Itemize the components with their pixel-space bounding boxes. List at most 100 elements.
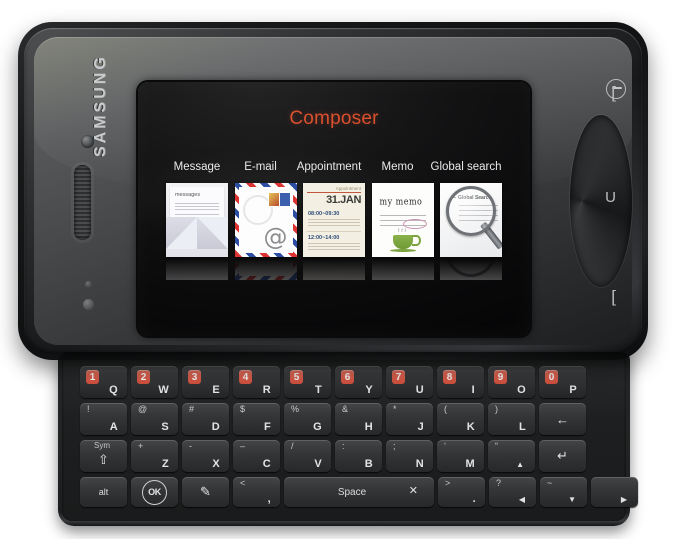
key-shift-sym[interactable]: Sym ⇧ (80, 440, 127, 472)
key-label: K (466, 421, 475, 433)
key-alt-label: % (291, 404, 300, 414)
key-y[interactable]: 6Y (335, 366, 382, 398)
key-alt[interactable]: alt (80, 477, 127, 507)
key-f[interactable]: $ F (233, 403, 280, 435)
key-label: S (161, 421, 169, 433)
enter-icon: ↵ (557, 448, 568, 463)
ok-icon: OK (142, 479, 167, 505)
screenshot-root: 1Q 2W 3E 4R 5T 6Y 7U 8I 9O 0P ! A @ S # D $… (0, 0, 680, 539)
composer-item-global-search[interactable]: Global Search (440, 183, 502, 280)
key-o[interactable]: 9O (488, 366, 535, 398)
thumbnail-reflection (303, 258, 365, 280)
key-t[interactable]: 5T (284, 366, 331, 398)
key-alt-label: @ (138, 404, 148, 414)
key-l[interactable]: ) L (488, 403, 535, 435)
volume-ring-icon (606, 79, 626, 99)
keyboard-keys: 1Q 2W 3E 4R 5T 6Y 7U 8I 9O 0P ! A @ S # D $… (58, 348, 638, 526)
key-alt-label: $ (240, 404, 246, 414)
key-s[interactable]: @ S (131, 403, 178, 435)
key-period[interactable]: >. (438, 477, 485, 507)
side-dial-ring (570, 115, 632, 287)
key-j[interactable]: * J (386, 403, 433, 435)
key-number-badge: 4 (239, 370, 252, 384)
key-n[interactable]: ; N (386, 440, 433, 472)
composer-item-memo[interactable]: my memo ≀≀≀ (371, 183, 434, 280)
slide-out-keyboard[interactable]: 1Q 2W 3E 4R 5T 6Y 7U 8I 9O 0P ! A @ S # D $… (58, 348, 638, 526)
key-e[interactable]: 3E (182, 366, 229, 398)
key-r[interactable]: 4R (233, 366, 280, 398)
key-space[interactable]: Space ✕ (284, 477, 434, 507)
key-b[interactable]: :B (335, 440, 382, 472)
key-h[interactable]: & H (335, 403, 382, 435)
key-alt-label: ) (495, 404, 498, 414)
key-number-badge: 8 (443, 370, 456, 384)
key-m[interactable]: ‘M (437, 440, 484, 472)
steam-icon: ≀≀≀ (397, 228, 408, 234)
key-alt-label: * (393, 404, 397, 414)
key-label: P (569, 384, 577, 396)
key-w[interactable]: 2W (131, 366, 178, 398)
phone-screen[interactable]: Composer Message E-mail Appointment Memo… (138, 82, 530, 336)
thumbnail-reflection: @ (234, 258, 297, 280)
key-g[interactable]: % G (284, 403, 331, 435)
side-key-lock[interactable]: [ (611, 287, 616, 307)
key-ok[interactable]: OK (131, 477, 178, 507)
key-enter[interactable]: ↵ (539, 440, 586, 472)
brand-logo: SAMSUNG (92, 54, 109, 157)
shift-icon: ⇧ (98, 451, 109, 467)
proximity-sensor-icon (85, 281, 92, 288)
key-a[interactable]: ! A (80, 403, 127, 435)
appointment-rule (307, 192, 361, 193)
key-alt-label: ; (393, 441, 396, 451)
thumbnail-reflection (166, 258, 228, 280)
key-up-arrow[interactable]: “▲ (488, 440, 535, 472)
key-label: C (262, 458, 271, 470)
key-alt-label: > (445, 478, 451, 488)
key-c[interactable]: – C (233, 440, 280, 472)
airmail-inner: @ (238, 187, 293, 253)
composer-item-message[interactable]: messages (166, 183, 228, 280)
key-down-arrow[interactable]: ~ ▼ (540, 477, 587, 507)
key-number-badge: 0 (545, 370, 558, 384)
key-label: alt (98, 487, 109, 497)
key-right-arrow[interactable]: ▶ (591, 477, 638, 507)
key-left-arrow[interactable]: ? ◀ (489, 477, 536, 507)
key-edit[interactable]: ✎ (182, 477, 229, 507)
key-p[interactable]: 0P (539, 366, 586, 398)
composer-item-email[interactable]: @ @ (234, 183, 297, 280)
key-alt-label: ‘ (444, 441, 446, 451)
down-arrow-icon: ▼ (568, 495, 576, 504)
magnifier-lens-icon (446, 186, 496, 236)
cup-handle-icon (411, 235, 421, 246)
key-d[interactable]: # D (182, 403, 229, 435)
key-number-badge: 1 (86, 370, 99, 384)
key-backspace[interactable]: ← (539, 403, 586, 435)
envelope-flap-right (197, 217, 228, 249)
key-label: W (158, 384, 169, 396)
key-z[interactable]: + Z (131, 440, 178, 472)
key-q[interactable]: 1Q (80, 366, 127, 398)
key-label: T (314, 384, 322, 396)
side-key-volume[interactable]: [ (611, 83, 616, 103)
key-i[interactable]: 8I (437, 366, 484, 398)
key-label: . (472, 493, 476, 505)
key-k[interactable]: (K (437, 403, 484, 435)
key-u[interactable]: 7U (386, 366, 433, 398)
key-number-badge: 5 (290, 370, 303, 384)
key-comma[interactable]: <, (233, 477, 280, 507)
key-label: M (465, 458, 475, 470)
key-x[interactable]: -X (182, 440, 229, 472)
key-alt-label: - (189, 441, 192, 451)
key-v[interactable]: / V (284, 440, 331, 472)
thumbnail-global-search: Global Search (440, 183, 502, 257)
stamp-blue-icon (278, 192, 291, 207)
side-key-camera[interactable]: U (605, 189, 616, 206)
thumbnail-reflection (440, 258, 502, 280)
composer-thumbnails: messages @ Appointment 31.JAN 08:00~09:3… (166, 183, 502, 283)
key-alt-label: ( (444, 404, 447, 414)
label-memo: Memo (381, 161, 414, 173)
key-number-badge: 2 (137, 370, 150, 384)
key-alt-label: < (240, 478, 246, 488)
key-label: X (212, 458, 220, 470)
composer-item-appointment[interactable]: Appointment 31.JAN 08:00~09:30 12:00~14:… (303, 183, 365, 280)
